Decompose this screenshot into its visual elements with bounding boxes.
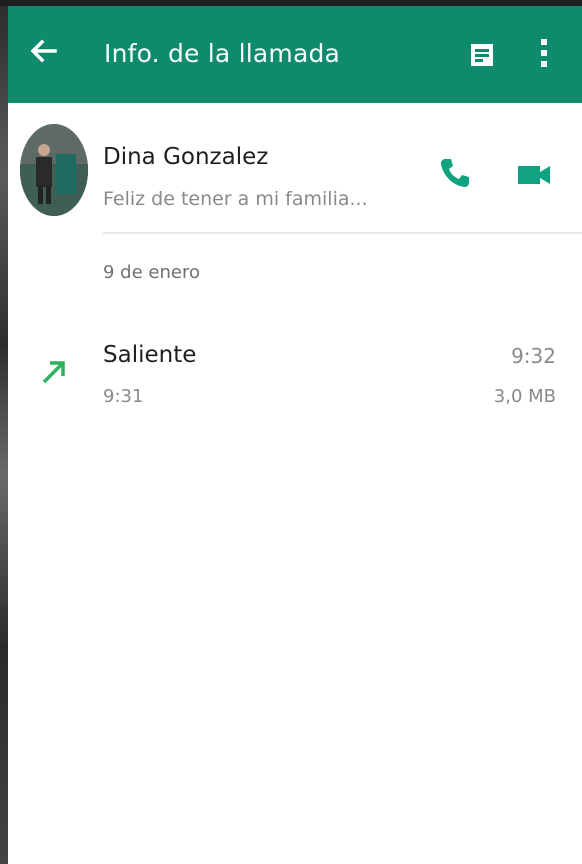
background-wallpaper: [0, 0, 8, 864]
arrow-left-icon[interactable]: [28, 34, 58, 68]
call-duration: 9:32: [511, 344, 556, 368]
more-vert-icon[interactable]: [536, 36, 552, 70]
call-date-header: 9 de enero: [103, 262, 200, 283]
contact-row[interactable]: [8, 103, 582, 235]
outgoing-arrow-icon: [42, 361, 65, 384]
call-data-size: 3,0 MB: [493, 386, 556, 407]
contact-name: Dina Gonzalez: [103, 144, 269, 170]
app-bar: Info. de la llamada: [8, 6, 582, 103]
call-start-time: 9:31: [103, 386, 144, 407]
divider: [103, 232, 582, 234]
videocam-icon[interactable]: [516, 163, 552, 187]
message-icon[interactable]: [470, 43, 494, 67]
page-title: Info. de la llamada: [104, 39, 341, 68]
avatar-photo: [20, 124, 88, 216]
call-info-screen: Info. de la llamada Dina Gonzalez Feliz …: [8, 6, 582, 864]
phone-icon[interactable]: [438, 156, 472, 190]
avatar[interactable]: [20, 124, 88, 216]
call-type-label: Saliente: [103, 342, 197, 368]
contact-status: Feliz de tener a mi familia...: [103, 188, 368, 210]
